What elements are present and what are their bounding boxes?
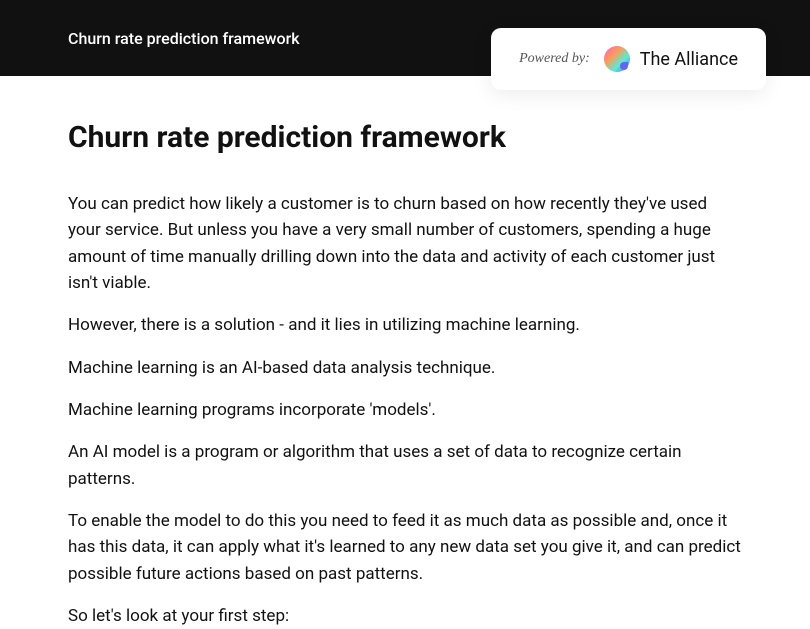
paragraph: You can predict how likely a customer is…	[68, 191, 742, 296]
powered-by-card: Powered by: The Alliance	[491, 28, 766, 90]
body-text: You can predict how likely a customer is…	[68, 191, 742, 629]
powered-by-label: Powered by:	[519, 51, 590, 67]
paragraph: An AI model is a program or algorithm th…	[68, 439, 742, 492]
header-title: Churn rate prediction framework	[68, 29, 300, 48]
paragraph: So let's look at your first step:	[68, 603, 742, 629]
paragraph: However, there is a solution - and it li…	[68, 312, 742, 338]
brand-name: The Alliance	[640, 49, 738, 70]
alliance-logo-icon	[604, 46, 630, 72]
content-area: Churn rate prediction framework You can …	[0, 76, 810, 629]
paragraph: Machine learning programs incorporate 'm…	[68, 397, 742, 423]
page-title: Churn rate prediction framework	[68, 120, 742, 155]
brand-group: The Alliance	[604, 46, 738, 72]
paragraph: To enable the model to do this you need …	[68, 508, 742, 587]
paragraph: Machine learning is an AI-based data ana…	[68, 355, 742, 381]
